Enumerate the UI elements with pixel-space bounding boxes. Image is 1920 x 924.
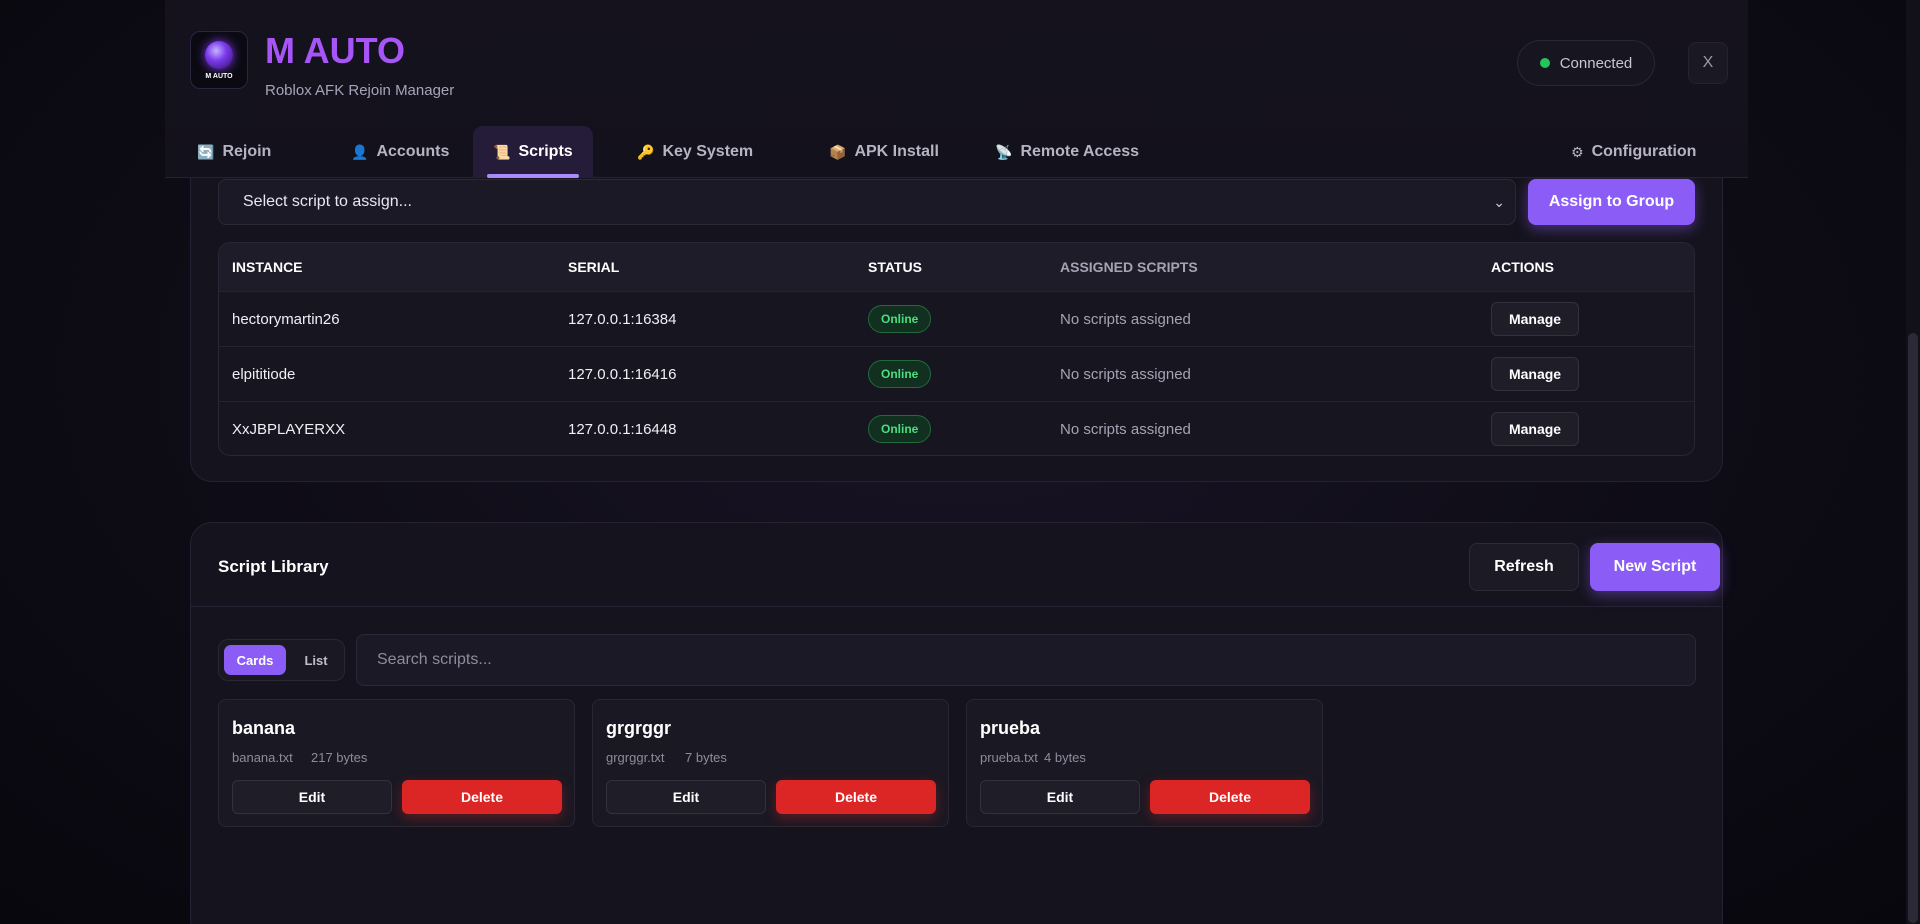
tab-label: Scripts <box>518 143 573 160</box>
tab-remote-access[interactable]: 📡 Remote Access <box>975 126 1159 178</box>
script-name: banana <box>232 718 296 738</box>
package-icon: 📦 <box>829 143 847 160</box>
instance-name: elpititiode <box>232 365 296 383</box>
edit-button[interactable]: Edit <box>980 780 1140 814</box>
app-shell: Select script to assign... ⌄ Assign to G… <box>165 0 1748 924</box>
gear-icon: ⚙ <box>1571 143 1584 160</box>
chevron-down-icon: ⌄ <box>1493 194 1505 210</box>
logo-orb-icon <box>205 40 233 69</box>
status-badge: Online <box>868 360 932 388</box>
key-icon: 🔑 <box>637 143 655 160</box>
satellite-icon: 📡 <box>995 143 1013 160</box>
manage-button[interactable]: Manage <box>1491 412 1579 446</box>
status-dot-icon <box>1539 58 1550 68</box>
assigned-scripts: No scripts assigned <box>1060 365 1191 383</box>
app-logo: M AUTO <box>190 31 248 89</box>
refresh-icon: 🔄 <box>197 143 215 160</box>
table-header: INSTANCE SERIAL STATUS ASSIGNED SCRIPTS … <box>219 243 1694 291</box>
delete-button[interactable]: Delete <box>776 780 936 814</box>
instances-table: INSTANCE SERIAL STATUS ASSIGNED SCRIPTS … <box>218 242 1695 456</box>
script-filename: prueba.txt <box>980 750 1038 765</box>
logo-text: M AUTO <box>205 72 233 80</box>
tab-configuration[interactable]: ⚙ Configuration <box>1551 126 1716 178</box>
delete-button[interactable]: Delete <box>1150 780 1310 814</box>
instance-serial: 127.0.0.1:16384 <box>568 310 677 328</box>
instance-serial: 127.0.0.1:16416 <box>568 365 677 383</box>
column-header-assigned-scripts: ASSIGNED SCRIPTS <box>1060 259 1198 275</box>
assigned-scripts: No scripts assigned <box>1060 420 1191 438</box>
main-tabs: 🔄 Rejoin 👤 Accounts 📜 Scripts 🔑 Key Syst… <box>165 126 1748 178</box>
status-badge: Online <box>868 305 932 333</box>
view-cards-button[interactable]: Cards <box>224 645 286 675</box>
script-library-header: Script Library Refresh New Script <box>191 523 1722 607</box>
app-title: M AUTO <box>265 30 405 71</box>
manage-button[interactable]: Manage <box>1491 302 1579 336</box>
script-card: banana banana.txt 217 bytes Edit Delete <box>218 699 575 827</box>
instance-name: hectorymartin26 <box>232 310 340 328</box>
tab-scripts[interactable]: 📜 Scripts <box>473 126 593 178</box>
tab-label: Key System <box>662 143 754 160</box>
status-badge: Online <box>868 415 932 443</box>
script-select[interactable]: Select script to assign... ⌄ <box>218 179 1516 225</box>
instance-serial: 127.0.0.1:16448 <box>568 420 677 438</box>
connection-status-label: Connected <box>1559 54 1633 72</box>
user-icon: 👤 <box>351 143 369 160</box>
app-subtitle: Roblox AFK Rejoin Manager <box>265 82 455 99</box>
column-header-serial: SERIAL <box>568 259 620 275</box>
manage-button[interactable]: Manage <box>1491 357 1579 391</box>
script-filename: grgrggr.txt <box>606 750 665 765</box>
script-filename: banana.txt <box>232 750 293 765</box>
tab-rejoin[interactable]: 🔄 Rejoin <box>177 126 291 178</box>
script-library-panel: Script Library Refresh New Script Cards … <box>190 522 1723 924</box>
column-header-instance: INSTANCE <box>232 259 303 275</box>
scrollbar-thumb[interactable] <box>1908 333 1918 923</box>
tab-label: Accounts <box>376 143 450 160</box>
edit-button[interactable]: Edit <box>606 780 766 814</box>
script-name: prueba <box>980 718 1041 738</box>
new-script-button[interactable]: New Script <box>1590 543 1720 591</box>
view-list-button[interactable]: List <box>291 645 341 675</box>
script-size: 217 bytes <box>311 750 368 765</box>
script-name: grgrggr <box>606 718 671 738</box>
column-header-status: STATUS <box>868 259 922 275</box>
script-card: prueba prueba.txt 4 bytes Edit Delete <box>966 699 1323 827</box>
delete-button[interactable]: Delete <box>402 780 562 814</box>
script-card: grgrggr grgrggr.txt 7 bytes Edit Delete <box>592 699 949 827</box>
tab-label: Configuration <box>1591 143 1697 160</box>
table-row: hectorymartin26 127.0.0.1:16384 Online N… <box>219 291 1694 346</box>
refresh-button[interactable]: Refresh <box>1469 543 1579 591</box>
page-scrollbar[interactable] <box>1906 0 1920 924</box>
script-library-title: Script Library <box>218 557 329 576</box>
view-toggle: Cards List <box>218 639 345 681</box>
tab-key-system[interactable]: 🔑 Key System <box>617 126 773 178</box>
script-select-value: Select script to assign... <box>243 193 412 210</box>
close-button[interactable]: X <box>1688 42 1728 84</box>
tab-accounts[interactable]: 👤 Accounts <box>331 126 469 178</box>
column-header-actions: ACTIONS <box>1491 259 1554 275</box>
search-scripts-input[interactable]: Search scripts... <box>356 634 1696 686</box>
script-size: 4 bytes <box>1044 750 1086 765</box>
table-row: XxJBPLAYERXX 127.0.0.1:16448 Online No s… <box>219 401 1694 455</box>
scroll-icon: 📜 <box>493 143 511 160</box>
script-size: 7 bytes <box>685 750 727 765</box>
table-row: elpititiode 127.0.0.1:16416 Online No sc… <box>219 346 1694 401</box>
tab-apk-install[interactable]: 📦 APK Install <box>809 126 959 178</box>
app-header: M AUTO M AUTO Roblox AFK Rejoin Manager … <box>165 0 1748 178</box>
assigned-scripts: No scripts assigned <box>1060 310 1191 328</box>
tab-label: Rejoin <box>222 143 272 160</box>
connection-status: Connected <box>1517 40 1655 86</box>
edit-button[interactable]: Edit <box>232 780 392 814</box>
tab-label: Remote Access <box>1020 143 1140 160</box>
instance-name: XxJBPLAYERXX <box>232 420 346 438</box>
tab-label: APK Install <box>854 143 939 160</box>
assign-to-group-button[interactable]: Assign to Group <box>1528 179 1695 225</box>
